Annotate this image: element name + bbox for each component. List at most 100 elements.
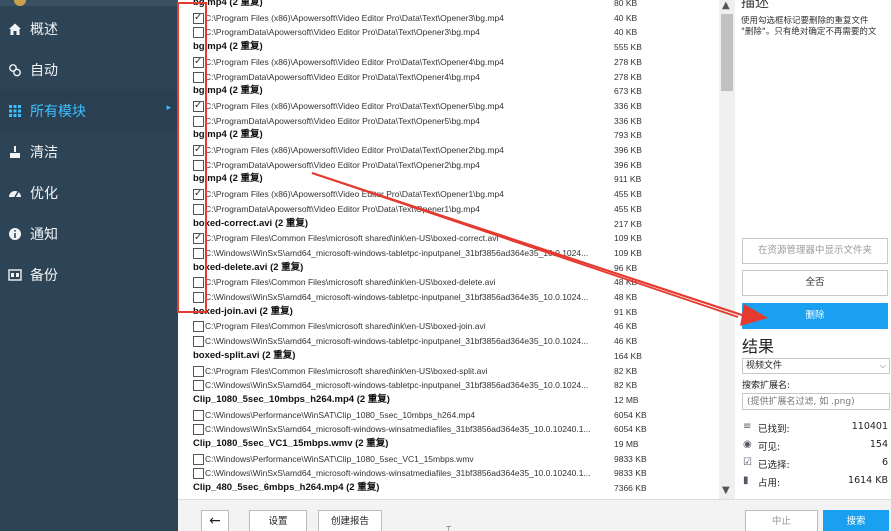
file-path: C:\ProgramData\Apowersoft\Video Editor P… — [205, 27, 480, 38]
file-size: 82 KB — [614, 365, 638, 376]
group-row[interactable]: bg.mp4 (2 重复) 911 KB — [178, 172, 719, 187]
row-checkbox[interactable] — [193, 424, 204, 436]
sidebar-item-all-modules[interactable]: 所有模块 ▸ — [0, 91, 178, 131]
group-name: boxed-split.avi (2 重复) — [193, 349, 296, 361]
file-row[interactable]: C:\ProgramData\Apowersoft\Video Editor P… — [178, 114, 719, 129]
stat-value: 110401 — [851, 421, 888, 432]
scroll-down-icon[interactable]: ▼ — [722, 485, 730, 496]
sidebar-item-label: 优化 — [30, 186, 58, 202]
stop-button[interactable]: 中止 — [745, 510, 818, 531]
row-checkbox[interactable] — [193, 380, 204, 392]
sidebar-item-auto[interactable]: 自动 — [0, 50, 178, 90]
file-path: C:\Windows\WinSxS\amd64_microsoft-window… — [205, 468, 591, 479]
file-row[interactable]: C:\Windows\WinSxS\amd64_microsoft-window… — [178, 466, 719, 481]
back-button[interactable]: ← — [201, 510, 229, 531]
group-row[interactable]: Clip_1080_5sec_VC1_15mbps.wmv (2 重复) 19 M… — [178, 437, 719, 452]
auto-icon — [6, 61, 24, 79]
sidebar-item-notify[interactable]: 通知 — [0, 214, 178, 254]
file-path: C:\ProgramData\Apowersoft\Video Editor P… — [205, 71, 480, 82]
file-row[interactable]: C:\Program Files (x86)\Apowersoft\Video … — [178, 99, 719, 114]
group-row[interactable]: boxed-delete.avi (2 重复) 96 KB — [178, 261, 719, 276]
create-report-button[interactable]: 创建报告 — [318, 510, 382, 531]
file-size: 6054 KB — [614, 424, 647, 435]
file-type-select[interactable]: 视频文件 ⌵ — [742, 358, 890, 374]
group-row[interactable]: bg.mp4 (2 重复) 793 KB — [178, 128, 719, 143]
chevron-right-icon: ▸ — [166, 103, 171, 113]
file-path: C:\Windows\WinSxS\amd64_microsoft-window… — [205, 380, 589, 391]
file-row[interactable]: C:\Program Files (x86)\Apowersoft\Video … — [178, 187, 719, 202]
row-checkbox[interactable] — [193, 453, 204, 465]
file-size: 46 KB — [614, 336, 638, 347]
group-row[interactable]: bg.mp4 (2 重复) 555 KB — [178, 40, 719, 55]
description-line: "删除"。只有绝对确定不再需要的文 — [741, 27, 877, 37]
home-icon — [6, 20, 24, 38]
row-checkbox[interactable] — [193, 336, 204, 348]
file-size: 455 KB — [614, 203, 642, 214]
file-row[interactable]: C:\Program Files (x86)\Apowersoft\Video … — [178, 55, 719, 69]
file-size: 48 KB — [614, 277, 638, 288]
row-checkbox[interactable] — [193, 365, 204, 377]
show-in-explorer-button[interactable]: 在资源管理器中显示文件夹 — [742, 238, 888, 264]
delete-button[interactable]: 删除 — [742, 303, 888, 329]
sidebar-item-optimize[interactable]: 优化 — [0, 173, 178, 213]
details-panel: 描述 使用勾选框标记要删除的重复文件 "删除"。只有绝对确定不再需要的文 在资源… — [735, 0, 891, 499]
row-checkbox[interactable] — [193, 409, 204, 421]
file-size: 80 KB — [614, 0, 638, 8]
file-path: C:\Program Files\Common Files\microsoft … — [205, 321, 486, 332]
sidebar-item-clean[interactable]: 清洁 — [0, 132, 178, 172]
sidebar-item-backup[interactable]: 备份 — [0, 255, 178, 295]
eye-icon: ◉ — [743, 439, 752, 450]
file-row[interactable]: C:\Program Files (x86)\Apowersoft\Video … — [178, 143, 719, 158]
file-row[interactable]: C:\Program Files\Common Files\microsoft … — [178, 319, 719, 334]
settings-button[interactable]: 设置 — [249, 510, 307, 531]
group-row[interactable]: boxed-split.avi (2 重复) 164 KB — [178, 349, 719, 364]
group-row[interactable]: boxed-correct.avi (2 重复) 217 KB — [178, 217, 719, 232]
file-size: 82 KB — [614, 380, 638, 391]
sidebar: 概述 自动 所有模块 ▸ 清洁 优化 通知 备份 — [0, 0, 178, 531]
file-row[interactable]: C:\Windows\WinSxS\amd64_microsoft-window… — [178, 246, 719, 261]
file-row[interactable]: C:\ProgramData\Apowersoft\Video Editor P… — [178, 202, 719, 217]
stat-found: ≡ 已找到: 110401 — [742, 421, 888, 437]
description-title: 描述 — [741, 0, 769, 11]
list-scrollbar[interactable]: ▲ ▼ — [719, 0, 735, 499]
file-row[interactable]: C:\ProgramData\Apowersoft\Video Editor P… — [178, 25, 719, 40]
stat-label: 已找到: — [758, 424, 790, 435]
file-row[interactable]: C:\Windows\WinSxS\amd64_microsoft-window… — [178, 378, 719, 393]
sidebar-item-label: 概述 — [30, 22, 58, 38]
file-row[interactable]: C:\Windows\Performance\WinSAT\Clip_1080_… — [178, 452, 719, 467]
info-icon — [6, 225, 24, 243]
group-name: boxed-delete.avi (2 重复) — [193, 261, 304, 273]
file-row[interactable]: C:\Program Files\Common Files\microsoft … — [178, 231, 719, 246]
group-row[interactable]: Clip_480_5sec_6mbps_h264.mp4 (2 重复) 7366 … — [178, 481, 719, 496]
file-row[interactable]: C:\Windows\WinSxS\amd64_microsoft-window… — [178, 290, 719, 305]
file-row[interactable]: C:\Windows\WinSxS\amd64_microsoft-window… — [178, 422, 719, 437]
scroll-thumb[interactable] — [721, 14, 733, 91]
scroll-up-icon[interactable]: ▲ — [722, 0, 730, 11]
file-row[interactable]: C:\Program Files\Common Files\microsoft … — [178, 275, 719, 290]
select-none-button[interactable]: 全否 — [742, 270, 888, 296]
group-row[interactable]: bg.mp4 (2 重复) 673 KB — [178, 84, 719, 99]
group-row[interactable]: Clip_1080_5sec_10mbps_h264.mp4 (2 重复) 12 … — [178, 393, 719, 408]
search-button[interactable]: 搜索 — [823, 510, 889, 531]
file-size: 46 KB — [614, 321, 638, 332]
file-row[interactable]: C:\Windows\Performance\WinSAT\Clip_1080_… — [178, 408, 719, 423]
file-row[interactable]: C:\Windows\WinSxS\amd64_microsoft-window… — [178, 334, 719, 349]
sidebar-item-overview[interactable]: 概述 — [0, 9, 178, 49]
group-row[interactable]: boxed-join.avi (2 重复) 91 KB — [178, 305, 719, 320]
gauge-icon — [6, 184, 24, 202]
group-name: Clip_1080_5sec_VC1_15mbps.wmv (2 重复) — [193, 438, 389, 449]
extension-filter-input[interactable] — [742, 393, 890, 410]
file-row[interactable]: C:\Program Files (x86)\Apowersoft\Video … — [178, 11, 719, 25]
stat-selected: ☑ 已选择: 6 — [742, 457, 888, 473]
file-row[interactable]: C:\ProgramData\Apowersoft\Video Editor P… — [178, 70, 719, 85]
file-path: C:\Program Files\Common Files\microsoft … — [205, 365, 488, 376]
file-row[interactable]: C:\Program Files\Common Files\microsoft … — [178, 364, 719, 379]
file-size: 96 KB — [614, 262, 638, 273]
sidebar-item-label: 备份 — [30, 268, 58, 284]
row-checkbox[interactable] — [193, 321, 204, 333]
bar-chart-icon: ▮ — [743, 475, 749, 486]
row-checkbox[interactable] — [193, 468, 204, 480]
file-row[interactable]: C:\ProgramData\Apowersoft\Video Editor P… — [178, 158, 719, 173]
group-row[interactable]: bg.mp4 (2 重复) 80 KB — [178, 0, 719, 11]
file-size: 217 KB — [614, 218, 642, 229]
